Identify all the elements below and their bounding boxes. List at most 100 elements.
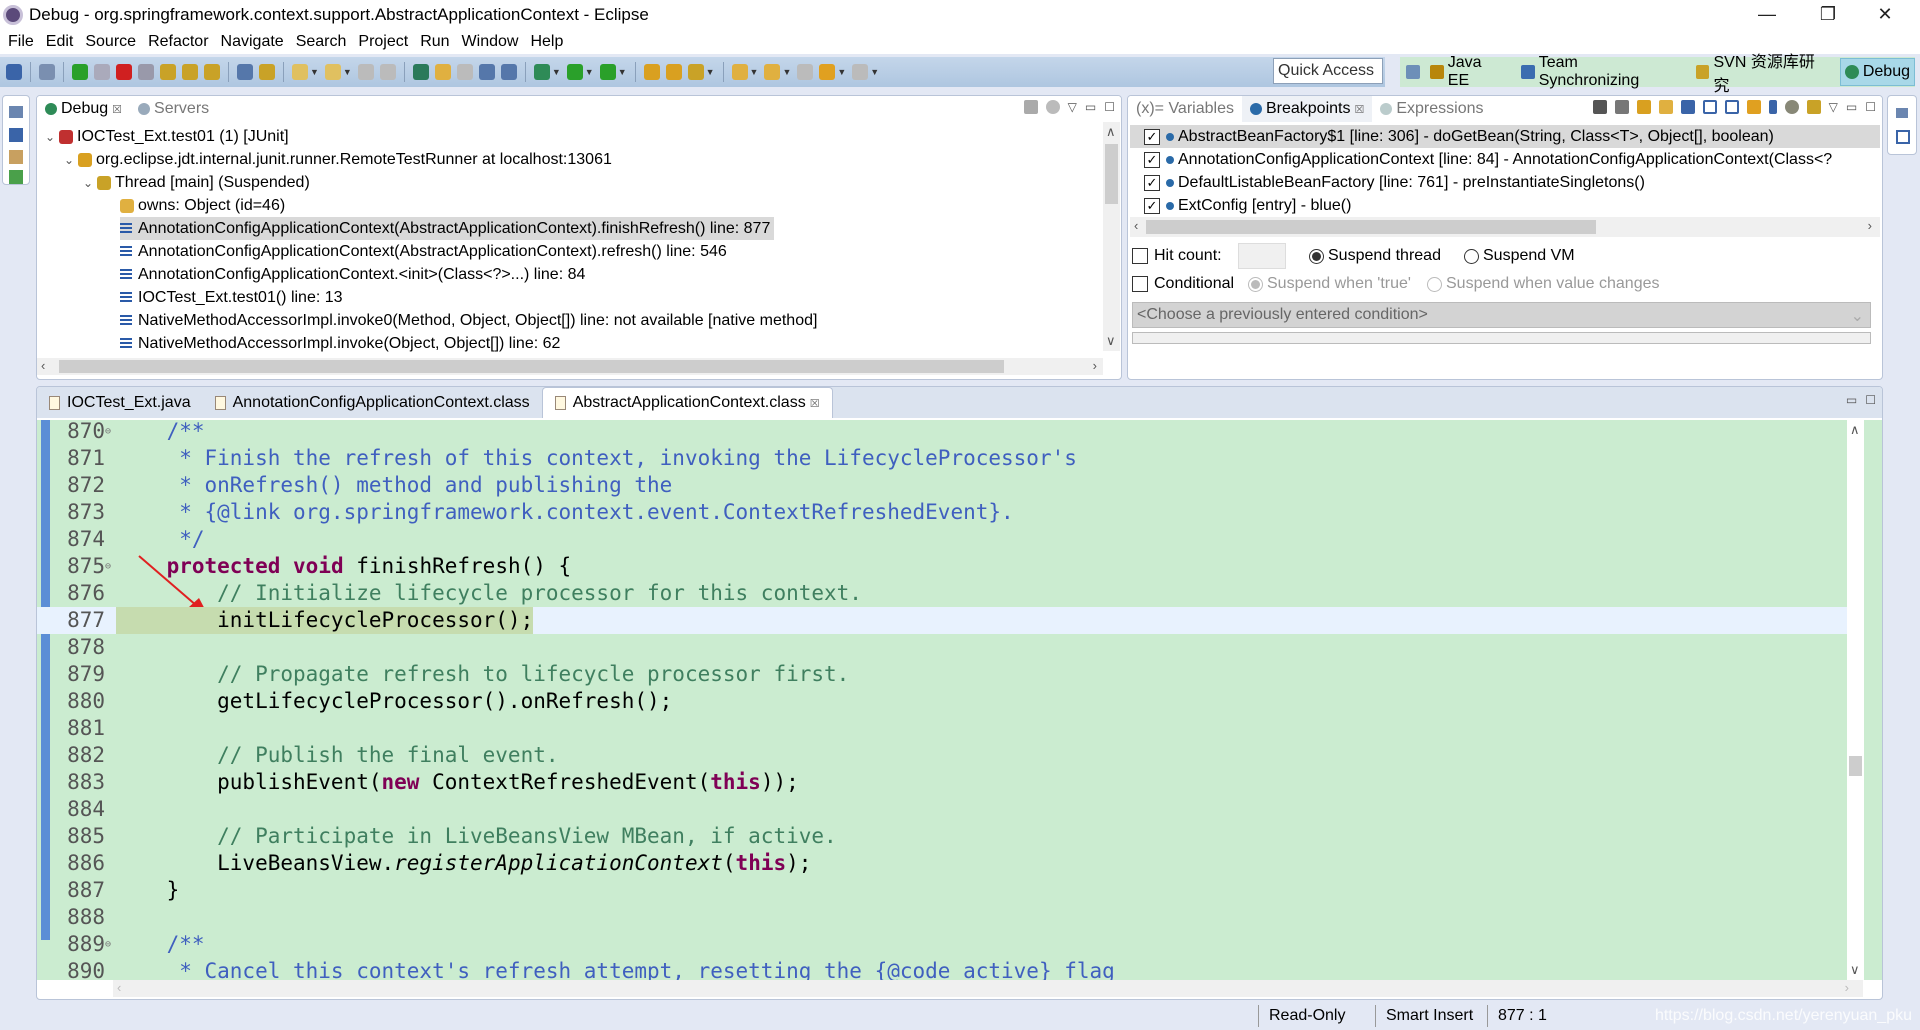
show-whitespace-icon[interactable] xyxy=(456,64,473,80)
last-edit-icon[interactable] xyxy=(797,64,814,80)
link-with-debug-view-icon[interactable] xyxy=(1746,100,1761,114)
toggle-mark-occurrences-icon[interactable] xyxy=(434,64,451,80)
suspend-when-changes-radio[interactable]: Suspend when value changes xyxy=(1427,275,1660,293)
checkbox[interactable] xyxy=(1132,248,1148,264)
minimize-view-icon[interactable]: ▭ xyxy=(1846,100,1857,114)
tree-item[interactable]: ⌄ org.eclipse.jdt.internal.junit.runner.R… xyxy=(64,148,612,171)
radio[interactable] xyxy=(1248,276,1263,292)
menu-window[interactable]: Window xyxy=(462,33,519,51)
go-to-file-icon[interactable] xyxy=(1658,100,1673,114)
maximize-view-icon[interactable]: ☐ xyxy=(1865,393,1876,407)
breakpoints-hscrollbar[interactable]: ‹ › xyxy=(1130,217,1880,237)
tree-item[interactable]: ⌄ IOCTest_Ext.test01 (1) [JUnit] xyxy=(45,125,289,148)
menu-source[interactable]: Source xyxy=(85,33,136,51)
minimize-view-icon[interactable]: ▭ xyxy=(1846,393,1857,407)
editor-hscrollbar[interactable]: ‹ › xyxy=(113,980,1863,997)
restore-icon[interactable] xyxy=(9,106,23,118)
editor-vscrollbar[interactable]: ∧ ∨ xyxy=(1847,420,1864,980)
resume-icon[interactable] xyxy=(72,64,88,80)
tree-item[interactable]: NativeMethodAccessorImpl.invoke(Object, … xyxy=(120,332,560,355)
tree-item[interactable]: AnnotationConfigApplicationContext(Abstr… xyxy=(120,217,775,240)
previous-annotation-icon[interactable] xyxy=(764,64,781,80)
dropdown-arrow-icon[interactable]: ▼ xyxy=(618,67,627,77)
breakpoint-item[interactable]: ✓ ExtConfig [entry] - blue() xyxy=(1130,194,1351,217)
console-icon[interactable] xyxy=(9,128,23,142)
dropdown-arrow-icon[interactable]: ▼ xyxy=(343,67,352,77)
dropdown-arrow-icon[interactable]: ▼ xyxy=(552,67,561,77)
new-class-icon[interactable] xyxy=(324,64,341,80)
maximize-view-icon[interactable]: ☐ xyxy=(1104,100,1115,114)
hit-count-input[interactable] xyxy=(1238,243,1286,269)
fold-toggle-icon[interactable]: ⊖ xyxy=(105,553,111,580)
block-selection-icon[interactable] xyxy=(478,64,495,80)
debug-run-icon[interactable] xyxy=(533,64,550,80)
menu-edit[interactable]: Edit xyxy=(46,33,74,51)
forward-icon[interactable] xyxy=(852,64,869,80)
tree-item[interactable]: AnnotationConfigApplicationContext.<init… xyxy=(120,263,585,286)
dropdown-arrow-icon[interactable]: ▼ xyxy=(750,67,759,77)
dropdown-arrow-icon[interactable]: ▼ xyxy=(310,67,319,77)
tab-abstractapplicationcontext-class[interactable]: AbstractApplicationContext.class ☒ xyxy=(541,387,833,418)
expand-twisty-icon[interactable]: ⌄ xyxy=(83,176,97,190)
show-supported-breakpoints-icon[interactable] xyxy=(1636,100,1651,114)
expand-twisty-icon[interactable]: ⌄ xyxy=(64,153,78,167)
collapse-all-icon[interactable] xyxy=(1724,100,1739,114)
condition-editor[interactable] xyxy=(1132,332,1871,344)
condition-history-dropdown[interactable]: <Choose a previously entered condition> ⌄ xyxy=(1132,302,1871,328)
radio[interactable] xyxy=(1309,248,1324,264)
breakpoint-enabled-checkbox[interactable]: ✓ xyxy=(1144,174,1160,191)
perspective-debug[interactable]: Debug xyxy=(1839,58,1915,86)
tab-annotationconfigapplicationcontext-class[interactable]: AnnotationConfigApplicationContext.class xyxy=(203,387,542,418)
remove-all-breakpoints-icon[interactable] xyxy=(1614,100,1629,114)
fold-toggle-icon[interactable]: ⊖ xyxy=(105,420,111,445)
dropdown-arrow-icon[interactable]: ▼ xyxy=(706,67,715,77)
tab-breakpoints[interactable]: Breakpoints ☒ xyxy=(1241,96,1373,122)
tree-item[interactable]: owns: Object (id=46) xyxy=(120,194,285,217)
step-return-icon[interactable] xyxy=(204,64,220,80)
restore-button[interactable]: ❐ xyxy=(1805,0,1851,29)
expand-all-icon[interactable] xyxy=(1702,100,1717,114)
tree-item[interactable]: ⌄ Thread [main] (Suspended) xyxy=(83,171,310,194)
tab-ioctest-ext-java[interactable]: IOCTest_Ext.java xyxy=(37,387,203,418)
menu-refactor[interactable]: Refactor xyxy=(148,33,208,51)
remove-breakpoint-icon[interactable] xyxy=(1592,100,1607,114)
menu-help[interactable]: Help xyxy=(530,33,563,51)
save-icon[interactable] xyxy=(357,64,374,80)
debug-tree-hscrollbar[interactable]: ‹ › xyxy=(37,358,1103,375)
skip-breakpoints-icon[interactable] xyxy=(1045,100,1060,114)
tree-item[interactable]: IOCTest_Ext.test01() line: 13 xyxy=(120,286,343,309)
tasks-icon[interactable] xyxy=(9,150,23,164)
radio[interactable] xyxy=(1464,248,1479,264)
tab-expressions[interactable]: Expressions xyxy=(1372,96,1491,122)
minimize-button[interactable]: — xyxy=(1744,0,1790,29)
tab-debug[interactable]: Debug ☒ xyxy=(37,96,131,122)
perspective-svn[interactable]: SVN 资源库研究 xyxy=(1692,54,1834,95)
expand-twisty-icon[interactable]: ⌄ xyxy=(45,130,59,144)
search-icon[interactable] xyxy=(687,64,704,80)
open-project-icon[interactable] xyxy=(643,64,660,80)
breakpoint-enabled-checkbox[interactable]: ✓ xyxy=(1144,128,1160,145)
outline-icon[interactable] xyxy=(1896,130,1910,144)
disconnect-icon[interactable] xyxy=(138,64,154,80)
maximize-view-icon[interactable]: ☐ xyxy=(1865,100,1876,114)
conditional-checkbox[interactable]: Conditional xyxy=(1132,275,1234,293)
remove-terminated-icon[interactable] xyxy=(1023,100,1038,114)
breakpoint-item[interactable]: ✓ AbstractBeanFactory$1 [line: 306] - doG… xyxy=(1130,125,1880,148)
menu-run[interactable]: Run xyxy=(420,33,449,51)
breakpoint-item[interactable]: ✓ DefaultListableBeanFactory [line: 761] … xyxy=(1130,171,1645,194)
next-annotation-icon[interactable] xyxy=(731,64,748,80)
open-folder-icon[interactable] xyxy=(665,64,682,80)
skip-breakpoints-icon[interactable] xyxy=(39,64,55,80)
skip-all-breakpoints-icon[interactable] xyxy=(1680,100,1695,114)
restore-icon[interactable] xyxy=(1896,108,1908,118)
breakpoint-enabled-checkbox[interactable]: ✓ xyxy=(1144,197,1160,214)
open-perspective-icon[interactable] xyxy=(1406,65,1420,79)
view-menu-icon[interactable]: ▽ xyxy=(1829,100,1838,114)
show-paragraph-icon[interactable] xyxy=(500,64,517,80)
menu-search[interactable]: Search xyxy=(296,33,347,51)
java-breakpoint-icon[interactable] xyxy=(1806,100,1821,114)
pin-icon[interactable] xyxy=(1784,100,1799,114)
tree-item[interactable]: AnnotationConfigApplicationContext(Abstr… xyxy=(120,240,727,263)
terminate-icon[interactable] xyxy=(116,64,132,80)
new-icon[interactable] xyxy=(292,64,308,80)
